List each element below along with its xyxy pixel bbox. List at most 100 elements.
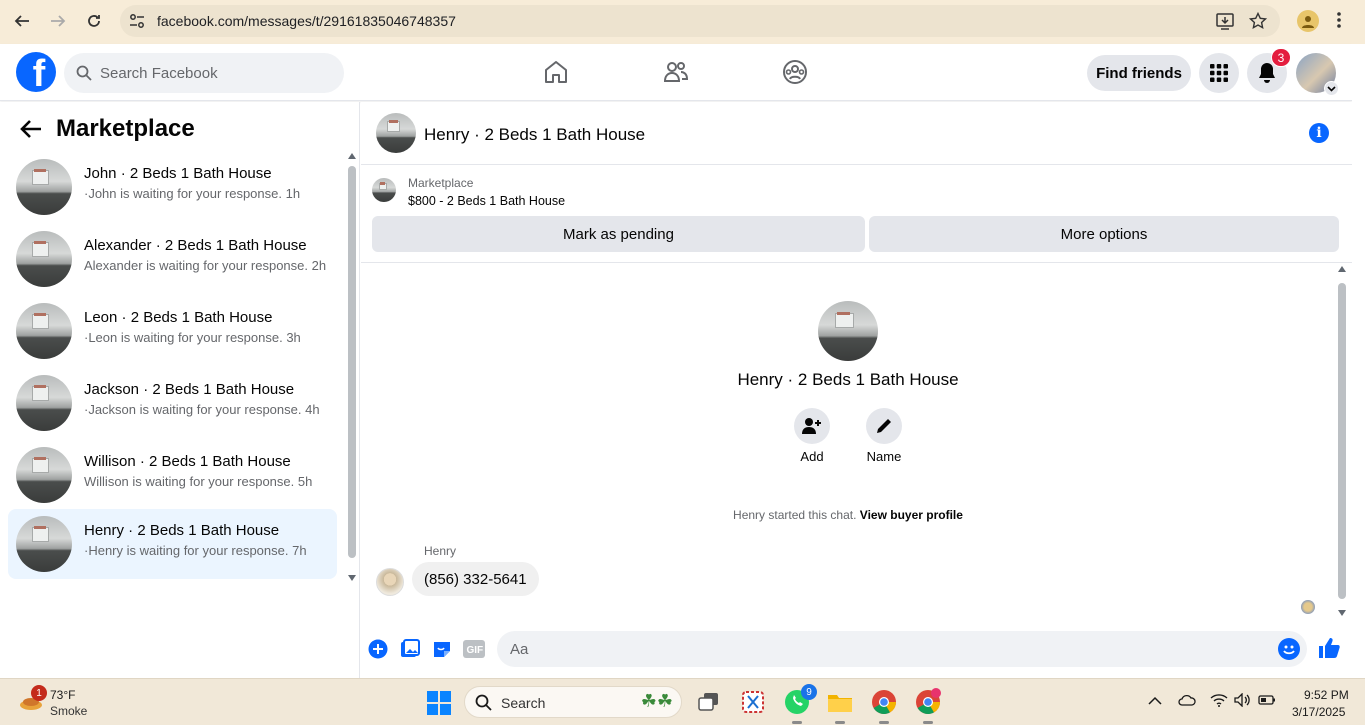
find-friends-button[interactable]: Find friends [1087,55,1191,91]
chrome-profile-icon[interactable] [914,688,942,724]
reload-icon[interactable] [82,9,106,33]
chat-scroll-thumb[interactable] [1338,283,1346,599]
facebook-header: f Find friends 3 [0,44,1352,101]
conversation-item[interactable]: Leon · 2 Beds 1 Bath House ·Leon is wait… [8,296,337,366]
conversation-item[interactable]: John · 2 Beds 1 Bath House ·John is wait… [8,152,337,222]
thumbs-up-icon[interactable] [1317,636,1341,665]
conversation-subtitle: ·Jackson is waiting for your response. 4… [84,402,320,417]
listing-thumbnail [16,375,72,431]
account-avatar[interactable] [1296,53,1339,96]
chat-started-notice: Henry started this chat. View buyer prof… [361,508,1335,522]
conversation-subtitle: ·Henry is waiting for your response. 7h [84,543,307,558]
chevron-down-icon [1324,81,1339,96]
chat-title[interactable]: Henry · 2 Beds 1 Bath House [424,125,645,145]
listing-thumbnail[interactable] [372,178,396,202]
conversation-title: Jackson · 2 Beds 1 Bath House [84,381,295,398]
search-icon [475,694,492,716]
message-input[interactable] [510,631,1270,667]
back-arrow-icon[interactable] [20,119,42,144]
conversation-title: Alexander · 2 Beds 1 Bath House [84,237,307,254]
message-composer[interactable] [497,631,1307,667]
whatsapp-icon[interactable]: 9 [783,684,817,724]
gif-icon[interactable]: GIF [463,638,485,660]
emoji-icon[interactable] [1278,638,1300,660]
conversation-subtitle: Willison is waiting for your response. 5… [84,474,313,489]
sidebar-title: Marketplace [56,115,195,142]
install-app-icon[interactable] [1216,12,1234,35]
divider [361,262,1352,263]
weather-widget[interactable]: 1 [18,685,47,714]
sidebar-scroll-thumb[interactable] [348,166,356,558]
taskbar-search-label: Search [501,695,546,711]
home-icon[interactable] [542,58,570,86]
file-explorer-icon[interactable] [826,688,854,724]
chat-scrollbar[interactable] [1336,265,1348,617]
windows-start-icon[interactable] [427,691,451,715]
clock-date[interactable]: 3/17/2025 [1292,705,1345,719]
windows-taskbar: 1 73°F Smoke Search ☘☘ 9 9:52 PM 3/17/20… [0,678,1365,725]
scroll-down-icon[interactable] [347,574,357,582]
browser-toolbar: facebook.com/messages/t/2916183504674835… [0,0,1365,44]
more-options-button[interactable]: More options [869,216,1339,252]
weather-description[interactable]: Smoke [50,704,87,718]
conversation-item-active[interactable]: Henry · 2 Beds 1 Bath House ·Henry is wa… [8,509,337,579]
message-bubble[interactable]: (856) 332-5641 [412,562,539,596]
search-input[interactable] [100,53,330,93]
listing-thumbnail [16,159,72,215]
sticker-icon[interactable] [431,638,453,660]
scroll-up-icon[interactable] [1337,265,1347,273]
browser-profile-icon[interactable] [1297,10,1319,32]
taskbar-search[interactable]: Search ☘☘ [464,686,682,718]
chrome-icon[interactable] [870,688,898,724]
scroll-up-icon[interactable] [347,152,357,160]
menu-grid-icon[interactable] [1199,53,1239,93]
chat-panel: Henry · 2 Beds 1 Bath House i Marketplac… [361,102,1352,678]
conversation-subtitle: ·Leon is waiting for your response. 3h [84,330,301,345]
conversation-title: Henry · 2 Beds 1 Bath House [84,522,280,539]
page-scrollbar[interactable] [1352,44,1365,678]
view-buyer-profile-link[interactable]: View buyer profile [860,508,963,522]
weather-alert-badge: 1 [31,685,47,701]
task-view-icon[interactable] [695,688,723,716]
speaker-icon[interactable] [1234,692,1252,712]
conversation-item[interactable]: Jackson · 2 Beds 1 Bath House ·Jackson i… [8,368,337,438]
chat-header-thumbnail[interactable] [376,113,416,153]
add-person-icon[interactable] [794,408,830,444]
scroll-down-icon[interactable] [1337,609,1347,617]
add-label: Add [800,449,824,464]
chevron-up-icon[interactable] [1148,693,1162,711]
notification-count-badge: 3 [1271,48,1291,67]
pencil-icon[interactable] [866,408,902,444]
clock-time[interactable]: 9:52 PM [1304,688,1349,702]
weather-temperature[interactable]: 73°F [50,688,75,702]
conversation-item[interactable]: Willison · 2 Beds 1 Bath House Willison … [8,440,337,510]
conversation-title: John · 2 Beds 1 Bath House [84,165,272,182]
sidebar-scrollbar[interactable] [347,152,357,582]
conversation-title: Willison · 2 Beds 1 Bath House [84,453,291,470]
sender-avatar[interactable] [376,568,404,596]
back-arrow-icon[interactable] [10,9,34,33]
site-settings-icon[interactable] [128,12,146,35]
groups-icon[interactable] [781,58,809,86]
facebook-logo[interactable]: f [16,52,56,92]
listing-price[interactable]: $800 - 2 Beds 1 Bath House [408,194,565,208]
friends-icon[interactable] [662,58,690,86]
conversation-item[interactable]: Alexander · 2 Beds 1 Bath House Alexande… [8,224,337,294]
plus-circle-icon[interactable] [367,638,389,660]
bookmark-star-icon[interactable] [1248,11,1268,35]
forward-arrow-icon[interactable] [46,9,70,33]
battery-icon[interactable] [1258,693,1276,711]
address-bar[interactable]: facebook.com/messages/t/2916183504674835… [120,5,1280,37]
photo-icon[interactable] [399,638,421,660]
chat-started-text: Henry started this chat. [733,508,857,522]
svg-text:GIF: GIF [467,645,484,656]
info-icon[interactable]: i [1309,123,1329,143]
marketplace-sidebar: Marketplace John · 2 Beds 1 Bath House ·… [0,102,360,678]
facebook-search[interactable] [64,53,344,93]
wifi-icon[interactable] [1210,693,1228,712]
snipping-tool-icon[interactable] [739,688,767,716]
onedrive-cloud-icon[interactable] [1178,693,1196,711]
conversation-title: Leon · 2 Beds 1 Bath House [84,309,273,326]
mark-as-pending-button[interactable]: Mark as pending [372,216,865,252]
browser-menu-icon[interactable] [1336,10,1342,35]
